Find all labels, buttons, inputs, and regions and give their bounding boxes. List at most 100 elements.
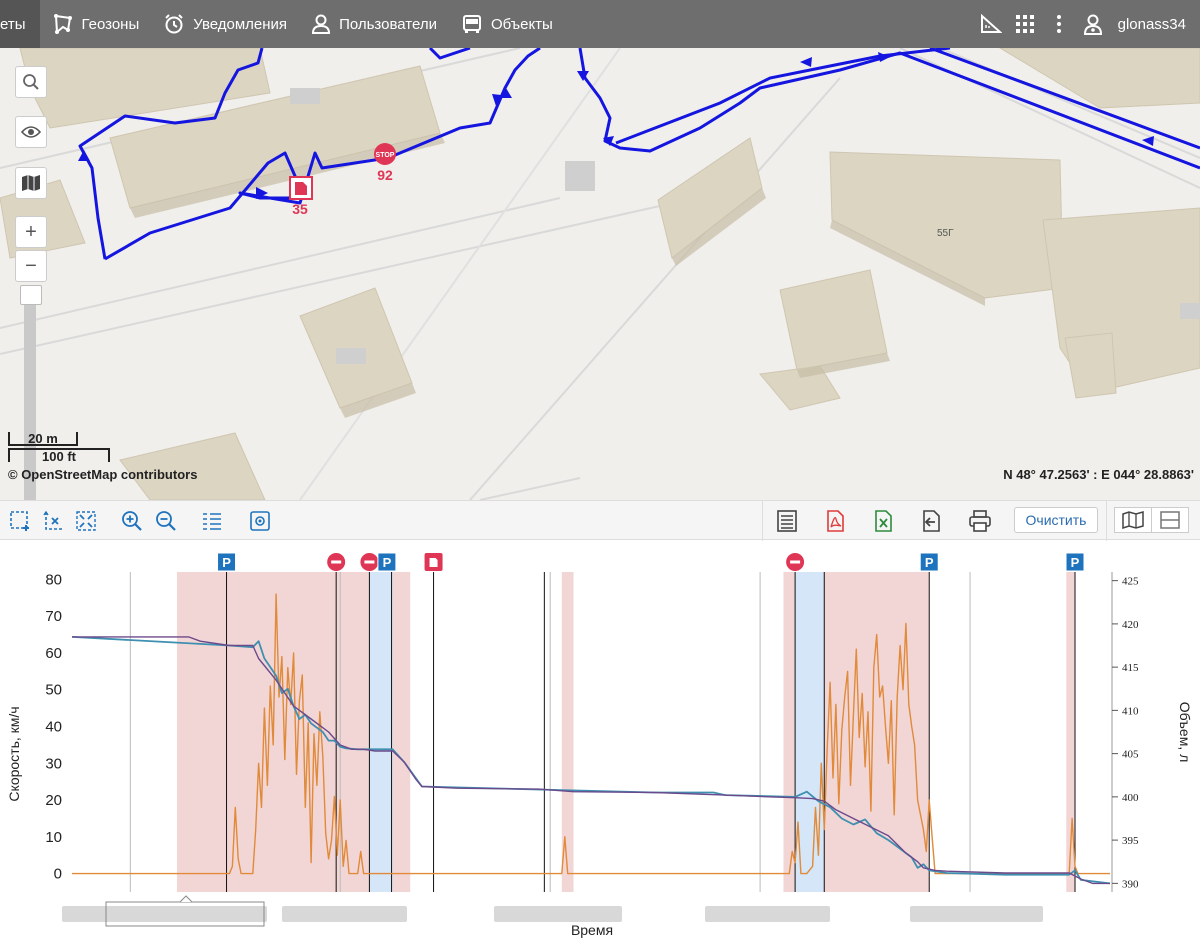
print-button[interactable] [968, 509, 992, 533]
map-layers-button[interactable] [15, 167, 47, 199]
export-excel-button[interactable] [871, 509, 895, 533]
import-button[interactable] [919, 509, 943, 533]
print-icon [969, 510, 991, 532]
zoom-slider-handle[interactable] [20, 285, 42, 305]
zoom-out-button[interactable]: − [15, 250, 47, 282]
nav-item-label: Объекты [490, 15, 553, 33]
chart-toolbar: Очистить [0, 500, 1200, 541]
chart-zoom-in-button[interactable] [120, 509, 144, 533]
zoom-reset-button[interactable] [74, 509, 98, 533]
stop-marker-bar [331, 560, 342, 564]
map-layers-icon [22, 175, 40, 191]
y-left-tick-label: 70 [45, 608, 62, 625]
y-right-tick-label: 425 [1122, 576, 1139, 588]
nav-item-label: Геозоны [81, 15, 140, 33]
select-zoom-icon [10, 511, 29, 531]
select-zoom-button[interactable] [8, 509, 32, 533]
map-view[interactable]: 55Г STOP 92 35 + − 20 m 100 ft © OpenStr… [0, 48, 1200, 500]
ruler-icon[interactable] [974, 0, 1008, 48]
toolbar-separator [762, 501, 763, 541]
legend-list-icon [203, 513, 221, 530]
y-right-tick-label: 405 [1122, 749, 1139, 761]
fuel-marker[interactable]: 35 [289, 176, 313, 217]
map-attribution[interactable]: © OpenStreetMap contributors [8, 467, 197, 482]
search-icon [23, 74, 39, 90]
zoom-out-icon: − [25, 254, 37, 277]
x-tick-label-redacted [910, 906, 1043, 922]
parking-marker-label: P [383, 555, 392, 570]
stop-marker-bar [790, 560, 801, 564]
nav-item-notifications[interactable]: Уведомления [151, 0, 299, 48]
y-right-tick-label: 410 [1122, 705, 1139, 717]
zoom-x-axis-button[interactable] [42, 509, 66, 533]
y-left-tick-label: 30 [45, 755, 62, 772]
eye-icon [21, 126, 41, 138]
map-search-button[interactable] [15, 66, 47, 98]
y-left-tick-label: 60 [45, 645, 62, 662]
nav-item-users[interactable]: Пользователи [299, 0, 449, 48]
chart-panel[interactable]: 0 10 20 30 40 50 60 70 80 390 395 400 405 410 415 420 4… [0, 540, 1200, 951]
parking-marker-label: P [222, 555, 231, 570]
account-icon[interactable] [1076, 0, 1110, 48]
export-pdf-button[interactable] [823, 509, 847, 533]
zoom-x-axis-icon [43, 510, 63, 530]
stop-marker[interactable]: STOP 92 [374, 143, 396, 183]
stop-marker-bar [364, 560, 375, 564]
split-view-toggle[interactable] [1151, 507, 1189, 533]
zoom-reset-icon [76, 511, 96, 531]
nav-item-geozones[interactable]: Геозоны [40, 0, 152, 48]
bus-icon [462, 15, 481, 33]
y-left-tick-label: 20 [45, 792, 62, 809]
y-left-tick-label: 50 [45, 682, 62, 699]
nav-item-reports[interactable]: еты [0, 0, 40, 48]
pdf-icon [827, 510, 844, 532]
chart-zoom-out-button[interactable] [154, 509, 178, 533]
excel-icon [875, 510, 892, 532]
x-tick-label-redacted [62, 906, 267, 922]
map-canvas: 55Г STOP 92 35 [0, 48, 1200, 500]
table-view-button[interactable] [775, 509, 799, 533]
top-navigation: еты Геозоны Уведомления Пользователи Объ… [0, 0, 1200, 48]
y-right-tick-label: 420 [1122, 619, 1139, 631]
x-axis-title: Время [571, 922, 613, 938]
app-root: еты Геозоны Уведомления Пользователи Объ… [0, 0, 1200, 951]
scale-imperial: 100 ft [8, 448, 110, 463]
y-left-tick-label: 80 [45, 571, 62, 588]
nav-item-label: Пользователи [339, 15, 437, 33]
zoom-in-button[interactable]: + [15, 216, 47, 248]
svg-text:STOP: STOP [376, 152, 395, 159]
x-tick-label-redacted [494, 906, 622, 922]
more-vert-icon[interactable] [1042, 0, 1076, 48]
cursor-coordinates: N 48° 47.2563' : E 044° 28.8863' [1003, 467, 1194, 482]
screenshot-button[interactable] [248, 509, 272, 533]
stop-band [369, 572, 393, 892]
y-left-tick-label: 40 [45, 718, 62, 735]
user-name[interactable]: glonass34 [1110, 16, 1200, 33]
map-view-toggle[interactable] [1114, 507, 1152, 533]
speed-volume-chart[interactable]: 0 10 20 30 40 50 60 70 80 390 395 400 405 410 415 420 4… [0, 540, 1200, 951]
map-visibility-button[interactable] [15, 116, 47, 148]
toolbar-separator [1106, 501, 1107, 541]
clear-button[interactable]: Очистить [1014, 507, 1098, 533]
nav-item-objects[interactable]: Объекты [449, 0, 565, 48]
y-axis-left-title: Скорость, км/ч [6, 706, 22, 801]
nav-item-label: Уведомления [193, 15, 288, 33]
grid-icon[interactable] [1008, 0, 1042, 48]
parking-marker-label: P [1071, 555, 1080, 570]
crosshair-time-pointer [179, 895, 193, 903]
user-icon [312, 14, 331, 34]
y-right-tick-label: 395 [1122, 835, 1139, 847]
map-view-icon [1122, 511, 1144, 529]
geozone-icon [53, 14, 72, 35]
y-left-tick-label: 10 [45, 829, 62, 846]
parking-marker-label: P [925, 555, 934, 570]
x-tick-label-redacted [705, 906, 830, 922]
legend-list-button[interactable] [200, 509, 224, 533]
scale-metric: 20 m [8, 432, 78, 446]
building-label: 55Г [937, 228, 954, 239]
motion-band [824, 572, 930, 892]
y-right-tick-label: 400 [1122, 792, 1139, 804]
zoom-in-icon [122, 511, 142, 531]
screenshot-icon [250, 511, 270, 531]
y-left-tick-label: 0 [54, 866, 62, 883]
